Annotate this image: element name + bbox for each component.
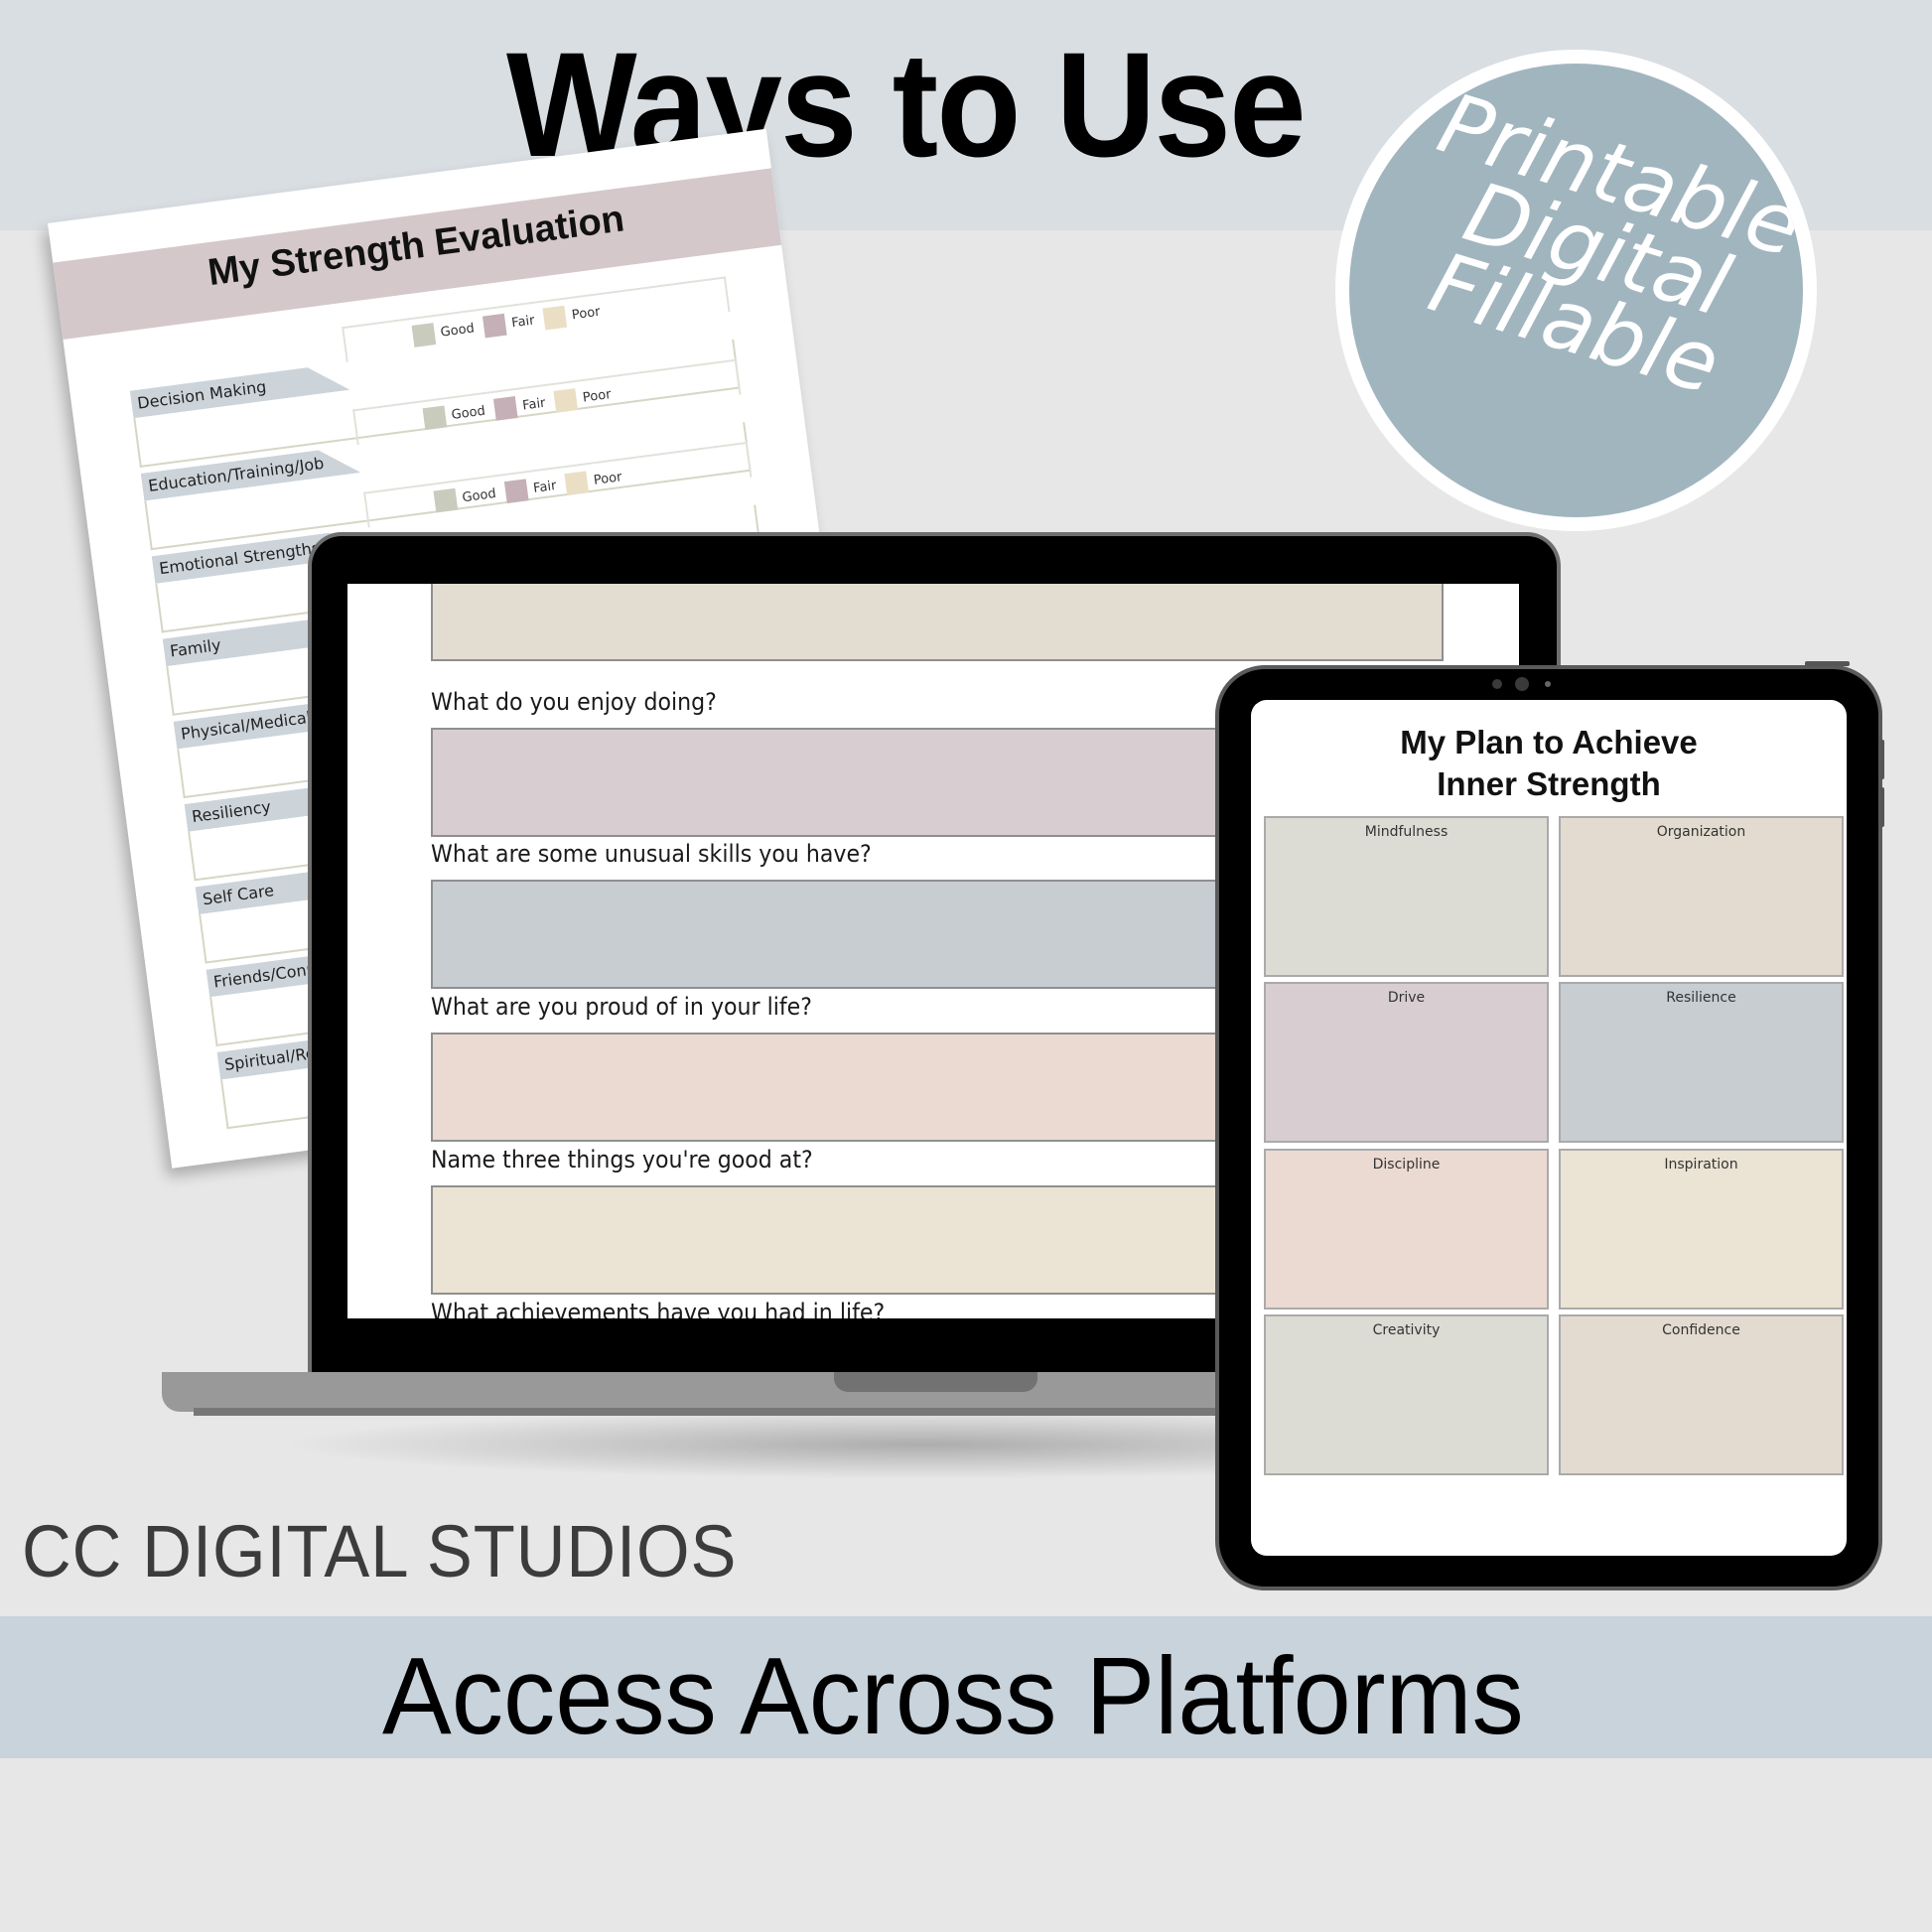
rating-swatch[interactable] (504, 479, 529, 503)
plan-card[interactable]: Confidence (1559, 1314, 1844, 1475)
plan-card-label: Organization (1656, 824, 1746, 840)
rating-label: Poor (571, 304, 602, 324)
plan-card-label: Resilience (1666, 990, 1736, 1006)
plan-card-label: Inspiration (1664, 1157, 1738, 1173)
rating-swatch[interactable] (483, 313, 507, 339)
plan-card-label: Creativity (1372, 1322, 1441, 1338)
tablet-volume-button (1879, 740, 1884, 779)
rating-swatch[interactable] (433, 487, 459, 513)
question-label: What achievements have you had in life? (431, 1299, 886, 1318)
camera-sensor-icon (1492, 679, 1502, 689)
plan-card[interactable]: Resilience (1559, 982, 1844, 1143)
plan-card-label: Confidence (1662, 1322, 1740, 1338)
rating-label: Good (439, 321, 476, 341)
plan-card[interactable]: Discipline (1264, 1149, 1549, 1310)
plan-card[interactable]: Mindfulness (1264, 816, 1549, 977)
rating-swatch[interactable] (553, 388, 579, 413)
plan-card[interactable]: Organization (1559, 816, 1844, 977)
camera-light-icon (1545, 681, 1551, 687)
laptop-notch (834, 1372, 1037, 1392)
answer-field[interactable] (431, 584, 1444, 661)
rating-swatch[interactable] (422, 405, 448, 431)
rating-swatch[interactable] (542, 305, 568, 331)
footer-title: Access Across Platforms (382, 1635, 1524, 1757)
question-label: What are some unusual skills you have? (431, 840, 872, 868)
plan-card-label: Drive (1387, 990, 1426, 1006)
plan-title-line2: Inner Strength (1437, 765, 1661, 802)
tablet-screen: My Plan to Achieve Inner Strength Mindfu… (1251, 700, 1847, 1556)
rating-label: Fair (521, 395, 547, 414)
rating-label: Fair (532, 478, 558, 496)
plan-card[interactable]: Drive (1264, 982, 1549, 1143)
question-label: What do you enjoy doing? (431, 688, 717, 716)
badge-text: Printable Digital Fillable (1364, 74, 1803, 422)
question-label: What are you proud of in your life? (431, 993, 812, 1021)
brand-name: CC DIGITAL STUDIOS (22, 1510, 738, 1592)
tablet-volume-button (1879, 787, 1884, 827)
rating-swatch[interactable] (411, 323, 437, 347)
rating-swatch[interactable] (564, 471, 590, 495)
rating-label: Poor (593, 470, 623, 488)
tablet-power-button (1805, 661, 1850, 666)
plan-card[interactable]: Creativity (1264, 1314, 1549, 1475)
rating-swatch[interactable] (493, 396, 518, 421)
rating-label: Fair (510, 313, 536, 332)
camera-lens-icon (1515, 677, 1529, 691)
plan-title-line1: My Plan to Achieve (1400, 724, 1698, 760)
plan-card-label: Discipline (1372, 1157, 1441, 1173)
badge-circle: Printable Digital Fillable (1349, 64, 1803, 517)
rating-label: Good (450, 403, 486, 424)
plan-card-label: Mindfulness (1364, 824, 1449, 840)
rating-label: Poor (582, 386, 613, 406)
format-badge: Printable Digital Fillable (1335, 50, 1817, 531)
rating-label: Good (461, 485, 497, 506)
plan-card[interactable]: Inspiration (1559, 1149, 1844, 1310)
plan-title: My Plan to Achieve Inner Strength (1251, 722, 1847, 805)
question-label: Name three things you're good at? (431, 1146, 813, 1173)
